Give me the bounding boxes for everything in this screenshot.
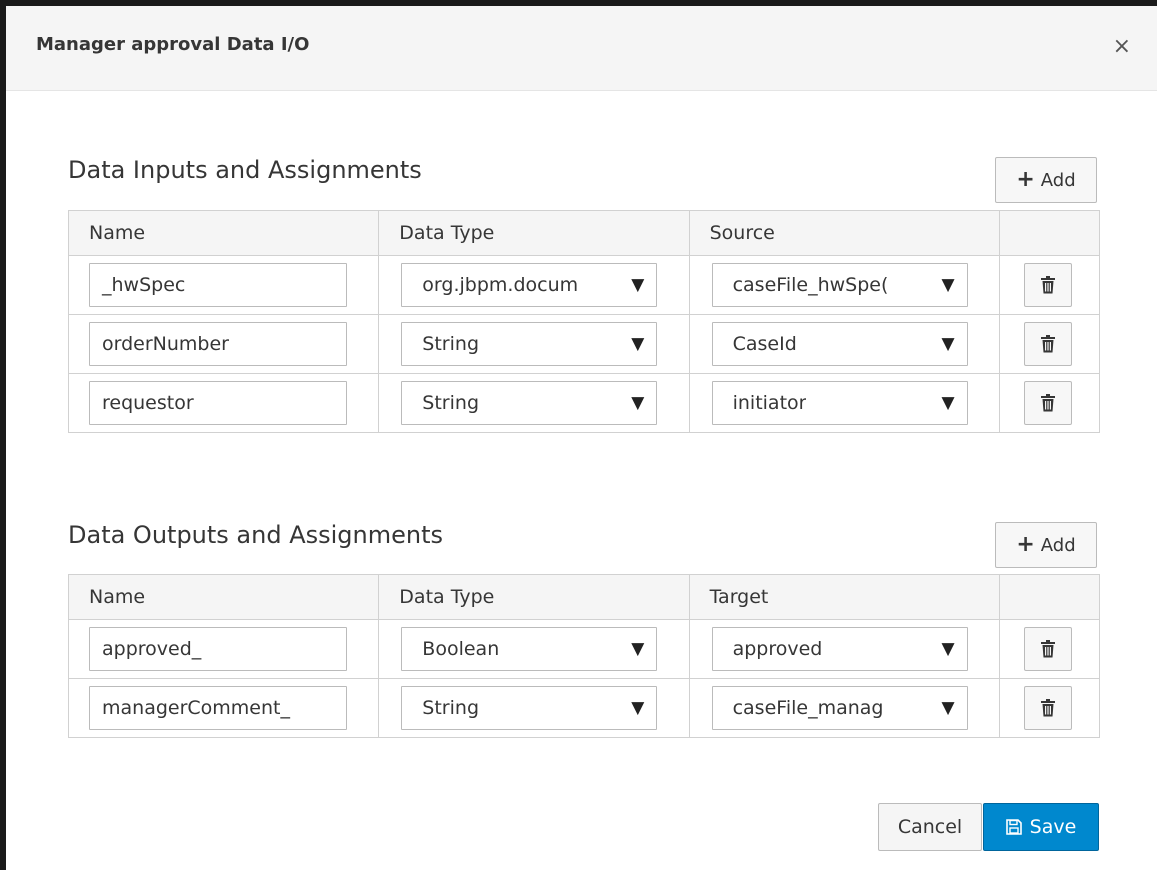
input-name-field[interactable]: requestor [89,381,347,425]
delete-row-button[interactable] [1023,381,1072,425]
delete-row-button[interactable] [1023,627,1072,671]
table-row: _hwSpec org.jbpm.docum ▼ caseFile_hwSpe( ▼ [67,255,1101,315]
trash-icon [1040,699,1055,717]
table-row: orderNumber String ▼ CaseId ▼ [67,314,1101,374]
trash-icon [1040,335,1055,353]
inputs-table: Name Data Type Source _hwSpec org.jbpm.d… [67,210,1101,433]
input-source-select[interactable]: caseFile_hwSpe( ▼ [711,263,968,307]
caret-down-icon: ▼ [631,698,645,718]
select-value: approved [732,638,823,660]
column-header-source: Source [688,210,1000,256]
trash-icon [1040,640,1055,658]
column-header-name: Name [67,210,380,256]
add-output-button[interactable]: + Add [995,522,1097,568]
column-header-name: Name [67,574,380,620]
delete-row-button[interactable] [1023,686,1072,730]
table-row: managerComment_ String ▼ caseFile_manag ▼ [67,678,1101,738]
input-name-field[interactable]: orderNumber [89,322,347,366]
trash-icon [1040,276,1055,294]
select-value: String [422,697,479,719]
caret-down-icon: ▼ [941,334,955,354]
select-value: org.jbpm.docum [422,274,579,296]
delete-row-button[interactable] [1023,322,1072,366]
caret-down-icon: ▼ [941,639,955,659]
select-value: String [422,333,479,355]
select-value: caseFile_manag [732,697,884,719]
plus-icon: + [1016,167,1035,192]
caret-down-icon: ▼ [941,393,955,413]
select-value: String [422,392,479,414]
column-header-actions [998,574,1101,620]
output-name-field[interactable]: managerComment_ [89,686,347,730]
input-source-select[interactable]: initiator ▼ [711,381,968,425]
column-header-actions [998,210,1101,256]
data-io-dialog [0,6,1157,870]
dialog-header: Manager approval Data I/O × [6,6,1157,91]
output-data-type-select[interactable]: Boolean ▼ [401,627,658,671]
table-row: approved_ Boolean ▼ approved ▼ [67,619,1101,679]
inputs-section-title: Data Inputs and Assignments [68,156,422,184]
select-value: CaseId [732,333,797,355]
caret-down-icon: ▼ [631,334,645,354]
input-data-type-select[interactable]: String ▼ [401,381,658,425]
output-target-select[interactable]: caseFile_manag ▼ [711,686,968,730]
floppy-disk-icon [1005,819,1022,835]
input-name-field[interactable]: _hwSpec [89,263,347,307]
caret-down-icon: ▼ [631,639,645,659]
add-input-label: Add [1040,169,1076,191]
caret-down-icon: ▼ [941,275,955,295]
input-data-type-select[interactable]: org.jbpm.docum ▼ [401,263,658,307]
inputs-header-row: Name Data Type Source [67,210,1101,256]
outputs-header-row: Name Data Type Target [67,574,1101,620]
cancel-button[interactable]: Cancel [878,803,982,851]
select-value: initiator [732,392,807,414]
column-header-data-type: Data Type [378,210,690,256]
dialog-left-border [0,6,6,870]
trash-icon [1040,394,1055,412]
dialog-title: Manager approval Data I/O [36,34,310,55]
input-data-type-select[interactable]: String ▼ [401,322,658,366]
caret-down-icon: ▼ [631,393,645,413]
outputs-table: Name Data Type Target approved_ Boolean ▼… [67,574,1101,738]
add-input-button[interactable]: + Add [995,157,1097,203]
table-row: requestor String ▼ initiator ▼ [67,373,1101,433]
caret-down-icon: ▼ [941,698,955,718]
select-value: caseFile_hwSpe( [732,274,889,296]
add-output-label: Add [1040,534,1076,556]
caret-down-icon: ▼ [631,275,645,295]
column-header-data-type: Data Type [378,574,690,620]
delete-row-button[interactable] [1023,263,1072,307]
output-target-select[interactable]: approved ▼ [711,627,968,671]
outputs-section-title: Data Outputs and Assignments [68,521,444,549]
input-source-select[interactable]: CaseId ▼ [711,322,968,366]
select-value: Boolean [422,638,500,660]
save-label: Save [1029,816,1077,838]
close-icon[interactable]: × [1113,36,1131,58]
plus-icon: + [1016,532,1035,557]
output-data-type-select[interactable]: String ▼ [401,686,658,730]
output-name-field[interactable]: approved_ [89,627,347,671]
column-header-target: Target [688,574,1000,620]
save-button[interactable]: Save [983,803,1099,851]
